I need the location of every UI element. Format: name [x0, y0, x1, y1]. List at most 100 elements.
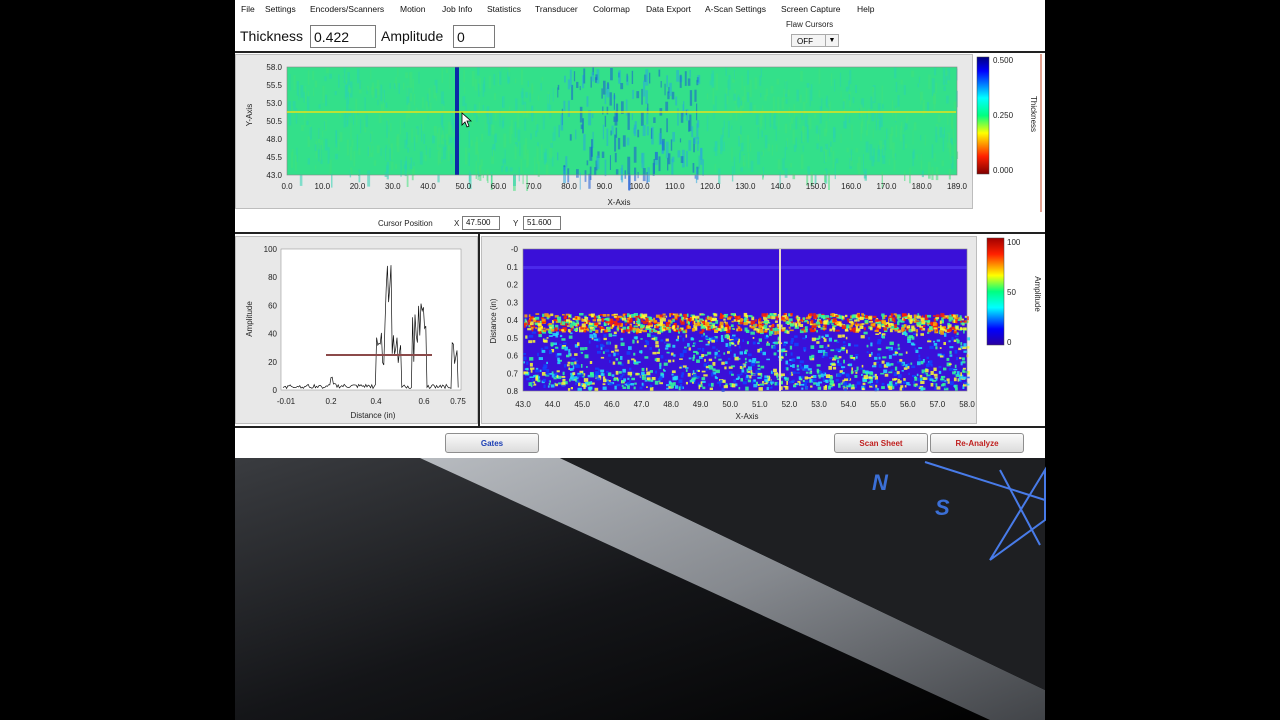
bscan-panel: -0 0.1 0.2 0.3 0.4 0.5 0.6 0.7 0.8 43.0 44.0 45.0 4… [481, 236, 977, 424]
flaw-cursors-label: Flaw Cursors [786, 20, 834, 29]
ascan-y-tick: 60 [268, 301, 277, 310]
ascan-plot: 100 80 60 40 20 0 -0.01 0.2 0.4 0.6 0.75 Amplitud… [245, 245, 466, 420]
ascan-x-tick: 0.75 [450, 397, 466, 406]
cscan-x-tick: 30.0 [385, 182, 401, 191]
cscan-x-tick: 189.0 [947, 182, 968, 191]
colorbar-tick: 0.500 [993, 56, 1014, 65]
ascan-y-tick: 0 [273, 386, 278, 395]
menu-file[interactable]: File [241, 4, 255, 14]
colorbar-tick: 0.000 [993, 166, 1014, 175]
thickness-label: Thickness [240, 28, 304, 44]
cursor-x-value: 47.500 [462, 216, 500, 230]
bscan-x-tick: 51.0 [752, 400, 768, 409]
menu-screen-capture[interactable]: Screen Capture [781, 4, 841, 14]
bscan-y-tick: 0.6 [507, 352, 519, 361]
thickness-value: 0.422 [310, 25, 376, 48]
flaw-cursors-value: OFF [797, 37, 813, 46]
scan-sheet-button[interactable]: Scan Sheet [834, 433, 928, 453]
bscan-x-tick: 48.0 [663, 400, 679, 409]
compass-letter: N [872, 470, 889, 495]
bscan-colorbar-label: Amplitude [1033, 276, 1042, 312]
cscan-y-tick: 58.0 [266, 63, 282, 72]
bscan-x-ticks: 43.0 44.0 45.0 46.0 47.0 48.0 49.0 50.0 51.0 52.0… [515, 400, 975, 409]
cscan-x-tick: 20.0 [350, 182, 366, 191]
amplitude-value: 0 [453, 25, 495, 48]
bscan-x-tick: 54.0 [841, 400, 857, 409]
bscan-x-tick: 50.0 [722, 400, 738, 409]
menu-job-info[interactable]: Job Info [442, 4, 472, 14]
bscan-x-tick: 47.0 [634, 400, 650, 409]
divider [235, 51, 1045, 53]
cscan-x-tick: 110.0 [665, 182, 685, 191]
bscan-plot: -00.10.20.30.40.50.60.70.8 43.0 44.0 45.0 4… [489, 245, 975, 421]
bscan-x-tick: 45.0 [574, 400, 590, 409]
ascan-panel: 100 80 60 40 20 0 -0.01 0.2 0.4 0.6 0.75 Amplitud… [235, 236, 478, 424]
bscan-x-tick: 44.0 [545, 400, 561, 409]
bscan-x-tick: 52.0 [782, 400, 798, 409]
ascan-x-axis-label: Distance (in) [351, 411, 396, 420]
bscan-x-tick: 53.0 [811, 400, 827, 409]
menu-motion[interactable]: Motion [400, 4, 426, 14]
cscan-y-tick: 55.5 [266, 81, 282, 90]
ascan-x-tick: 0.2 [325, 397, 337, 406]
chevron-down-icon: ▼ [825, 35, 838, 46]
menu-statistics[interactable]: Statistics [487, 4, 521, 14]
cscan-x-tick: 120.0 [700, 182, 721, 191]
cscan-x-tick: 60.0 [491, 182, 507, 191]
gates-button[interactable]: Gates [445, 433, 539, 453]
bscan-y-ticks: -0 0.1 0.2 0.3 0.4 0.5 0.6 0.7 0.8 [507, 245, 519, 396]
re-analyze-button[interactable]: Re-Analyze [930, 433, 1024, 453]
cscan-y-tick: 45.5 [266, 153, 282, 162]
cscan-x-tick: 0.0 [281, 182, 293, 191]
menu-data-export[interactable]: Data Export [646, 4, 691, 14]
ascan-y-tick: 80 [268, 273, 277, 282]
cscan-y-tick: 48.0 [266, 135, 282, 144]
cscan-y-axis-label: Y-Axis [245, 104, 254, 126]
flaw-cursors-select[interactable]: OFF ▼ [791, 34, 839, 47]
cscan-image [286, 66, 959, 191]
cscan-x-tick: 180.0 [912, 182, 933, 191]
menu-encoders-scanners[interactable]: Encoders/Scanners [310, 4, 384, 14]
bscan-y-tick: 0.4 [507, 316, 519, 325]
cscan-x-ticks: 0.0 10.0 20.0 30.0 40.0 50.0 60.0 70.0 80.0 90.0 1… [281, 182, 967, 191]
menu-colormap[interactable]: Colormap [593, 4, 630, 14]
ascan-y-tick: 100 [264, 245, 278, 254]
bscan-x-axis-label: X-Axis [735, 412, 758, 421]
menu-bar: File Settings Encoders/Scanners Motion J… [235, 0, 1045, 17]
cscan-plot: 58.0 55.5 53.0 50.5 48.0 45.5 43.0 0.0 10.0 20.0… [245, 63, 968, 207]
bscan-y-axis-label: Distance (in) [489, 298, 498, 343]
bscan-y-tick: 0.2 [507, 281, 519, 290]
compass-letter: S [935, 495, 950, 520]
bscan-y-tick: 0.5 [507, 334, 519, 343]
cursor-position-label: Cursor Position [378, 219, 433, 228]
bscan-x-tick: 57.0 [930, 400, 946, 409]
cscan-panel: 58.0 55.5 53.0 50.5 48.0 45.5 43.0 0.0 10.0 20.0… [235, 54, 973, 209]
cursor-x-label: X [454, 219, 460, 228]
menu-settings[interactable]: Settings [265, 4, 296, 14]
colorbar-tick: 0.250 [993, 111, 1014, 120]
ascan-x-ticks: -0.01 0.2 0.4 0.6 0.75 [277, 397, 466, 406]
colorbar-tick: 50 [1007, 288, 1016, 297]
bscan-y-tick: 0.7 [507, 369, 519, 378]
bscan-y-tick: 0.1 [507, 263, 519, 272]
menu-ascan-settings[interactable]: A-Scan Settings [705, 4, 766, 14]
ascan-y-ticks: 100 80 60 40 20 0 [264, 245, 278, 395]
amplitude-colorbar: 100 50 0 Amplitude [986, 237, 1042, 347]
divider [235, 426, 1045, 428]
ascan-y-tick: 20 [268, 358, 277, 367]
menu-help[interactable]: Help [857, 4, 874, 14]
cscan-y-tick: 43.0 [266, 171, 282, 180]
divider [478, 234, 480, 426]
ut-scan-application-window: File Settings Encoders/Scanners Motion J… [235, 0, 1045, 458]
cscan-x-tick: 130.0 [735, 182, 756, 191]
cscan-x-tick: 50.0 [456, 182, 472, 191]
cursor-y-label: Y [513, 219, 519, 228]
cscan-x-tick: 10.0 [315, 182, 331, 191]
bscan-y-tick: -0 [511, 245, 519, 254]
colorbar-tick: 0 [1007, 338, 1012, 347]
bscan-x-tick: 58.0 [959, 400, 975, 409]
menu-transducer[interactable]: Transducer [535, 4, 578, 14]
cscan-colorbar-label: Thickness [1029, 96, 1038, 132]
cscan-x-tick: 40.0 [420, 182, 436, 191]
amplitude-label: Amplitude [381, 28, 444, 44]
